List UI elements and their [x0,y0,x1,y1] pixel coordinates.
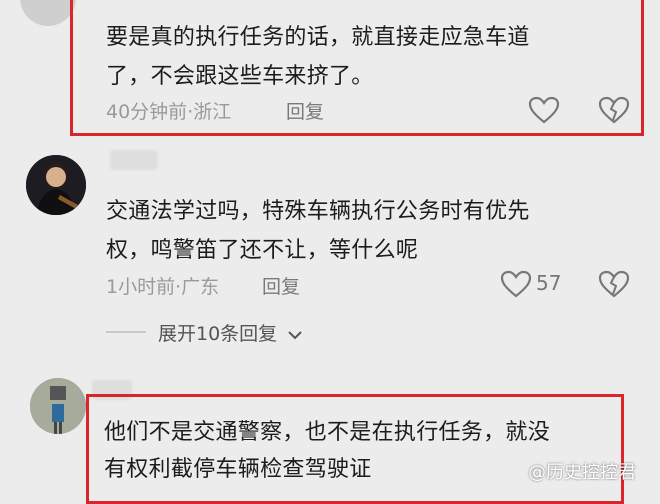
comment-location: 浙江 [193,101,232,123]
heart-icon[interactable] [500,270,532,298]
avatar-image [30,378,86,434]
chevron-down-icon [287,324,303,346]
username[interactable] [110,150,158,170]
expand-replies-label: 展开10条回复 [158,323,278,345]
dislike-icon[interactable] [598,270,630,298]
expand-divider [106,331,146,333]
comment-text: 要是真的执行任务的话，就直接走应急车道 [106,25,530,50]
avatar[interactable] [26,155,86,215]
avatar[interactable] [20,0,76,26]
comment-text: 权，鸣警笛了还不让，等什么呢 [106,238,419,263]
reply-button[interactable]: 回复 [262,276,300,298]
comment-location: 广东 [181,276,220,298]
reply-button[interactable]: 回复 [286,101,324,123]
dislike-icon[interactable] [598,96,630,124]
comment-time: 1小时前 [106,276,176,298]
avatar-image [26,155,86,215]
comment-text: 有权利截停车辆检查驾驶证 [104,457,372,482]
comment-meta: 40分钟前·浙江 [106,97,231,124]
comment-time: 40分钟前 [106,101,188,123]
comment-text: 他们不是交通警察，也不是在执行任务，就没 [104,420,551,445]
comment-text: 交通法学过吗，特殊车辆执行公务时有优先 [106,199,530,224]
expand-replies-button[interactable]: 展开10条回复 [158,319,303,346]
like-count: 57 [536,271,562,295]
avatar[interactable] [30,378,86,434]
comment-meta: 1小时前·广东 [106,272,219,299]
comment-text: 了，不会跟这些车来挤了。 [106,64,374,89]
watermark-label: @历史控控君 [528,462,636,483]
heart-icon[interactable] [528,96,560,124]
